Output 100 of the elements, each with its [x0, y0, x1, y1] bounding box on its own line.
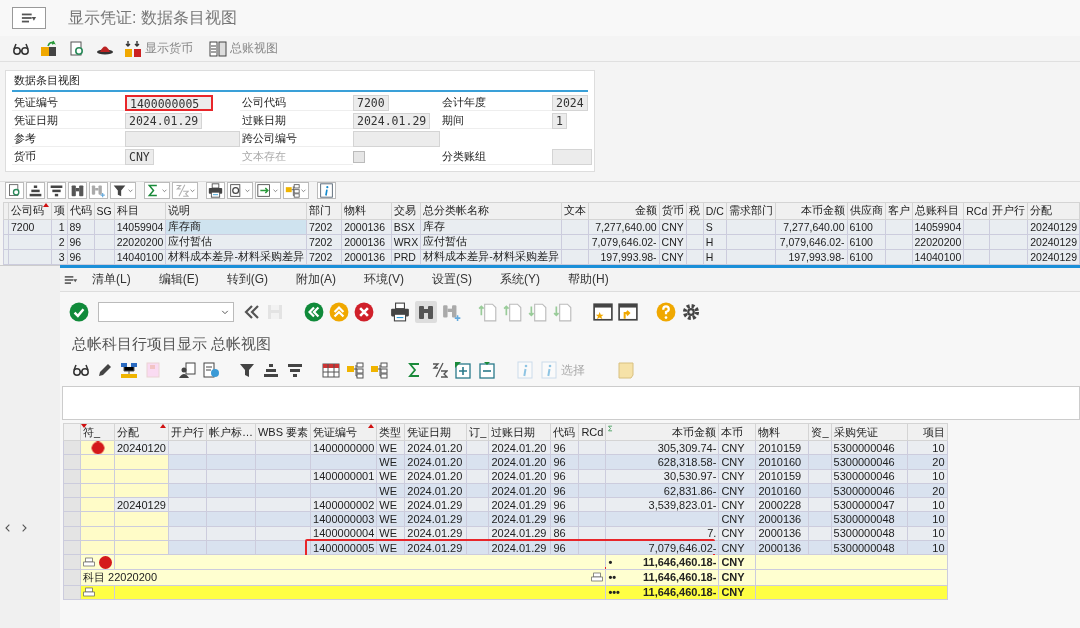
window-title: 显示凭证: 数据条目视图	[68, 7, 237, 28]
input-field[interactable]	[353, 130, 440, 147]
column-header[interactable]: 类型	[376, 423, 405, 441]
column-header[interactable]: 开户行	[989, 202, 1028, 220]
column-header[interactable]: 凭证编号	[310, 423, 377, 441]
input-field[interactable]	[552, 148, 592, 165]
column-header[interactable]: 帐户标…	[206, 423, 256, 441]
pencil-icon[interactable]	[96, 361, 114, 379]
person-document-icon[interactable]	[178, 361, 196, 379]
caret-icon	[189, 187, 196, 194]
column-header[interactable]: 分配	[1027, 202, 1080, 220]
toolbar-button[interactable]	[144, 182, 170, 199]
document-globe-icon[interactable]	[202, 361, 220, 379]
column-header[interactable]: 采购凭证	[831, 423, 908, 441]
column-header[interactable]: 过账日期	[488, 423, 551, 441]
menu-item[interactable]: 环境(V)	[350, 271, 418, 288]
menu-item[interactable]: 转到(G)	[212, 271, 282, 288]
column-header[interactable]: 凭证日期	[404, 423, 467, 441]
menu-item[interactable]: 附加(A)	[282, 271, 350, 288]
column-header[interactable]: 物料	[755, 423, 809, 441]
column-header[interactable]: WBS 要素	[255, 423, 311, 441]
column-header[interactable]: 代码	[550, 423, 579, 441]
double-chevron-icon[interactable]	[243, 303, 261, 321]
column-header[interactable]: 本币金额	[775, 202, 847, 220]
toolbar-button[interactable]	[255, 182, 281, 199]
column-header[interactable]: 文本	[561, 202, 589, 220]
back-icon[interactable]	[304, 302, 324, 322]
menu-item[interactable]: 编辑(E)	[144, 271, 213, 288]
settings-icon[interactable]	[681, 302, 701, 322]
toolbar-button[interactable]	[26, 182, 45, 199]
input-field[interactable]: 2024.01.29	[353, 112, 431, 129]
column-header[interactable]: 代码	[67, 202, 94, 220]
column-header[interactable]: 金额	[588, 202, 660, 220]
table-icon[interactable]	[322, 361, 340, 379]
toolbar-button[interactable]	[110, 182, 136, 199]
column-header[interactable]: 交易	[391, 202, 421, 220]
column-header[interactable]: 公司码	[8, 202, 51, 220]
document-search-icon[interactable]	[68, 39, 86, 58]
menu-item[interactable]: 清单(L)	[78, 271, 145, 288]
level-marks: •	[608, 556, 613, 568]
column-header[interactable]: 资_	[808, 423, 832, 441]
toolbar-button[interactable]	[283, 182, 309, 199]
column-header[interactable]: 订_	[466, 423, 489, 441]
tree-icon[interactable]	[370, 361, 388, 379]
column-header[interactable]: 说明	[165, 202, 307, 220]
sort-descending-icon[interactable]	[286, 361, 304, 379]
toolbar-button[interactable]	[5, 182, 24, 199]
toolbar-button[interactable]	[317, 182, 336, 199]
cancel-icon[interactable]	[354, 302, 374, 322]
collapse-icon[interactable]	[478, 361, 496, 379]
column-header[interactable]: 开户行	[168, 423, 207, 441]
filter-icon[interactable]	[238, 361, 256, 379]
info-icon	[319, 183, 334, 198]
column-header[interactable]: 分配	[114, 423, 169, 441]
toolbar-button[interactable]	[68, 182, 87, 199]
column-header[interactable]: 科目	[114, 202, 166, 220]
column-header[interactable]: 物料	[341, 202, 392, 220]
column-header[interactable]: 供应商	[847, 202, 885, 220]
input-field[interactable]: 1400000005	[125, 94, 214, 111]
column-header[interactable]: 货币	[659, 202, 687, 220]
menu-button[interactable]	[12, 7, 46, 29]
check-icon[interactable]	[69, 302, 89, 322]
expand-icon[interactable]	[454, 361, 472, 379]
toolbar-button[interactable]	[227, 182, 253, 199]
binoculars-plus-icon[interactable]	[442, 302, 462, 322]
column-header[interactable]: 部门	[306, 202, 342, 220]
input-field[interactable]: 1	[552, 112, 567, 129]
column-header[interactable]: 项目	[907, 423, 948, 441]
command-field[interactable]	[98, 302, 234, 322]
column-header[interactable]: D/C	[703, 202, 727, 220]
tree-icon[interactable]	[346, 361, 364, 379]
input-field[interactable]	[125, 130, 240, 147]
column-header[interactable]: 客户	[885, 202, 912, 220]
subtotal-icon[interactable]	[430, 361, 448, 379]
sort-marker-icon	[42, 203, 49, 207]
menu-item[interactable]: 帮助(H)	[554, 271, 623, 288]
column-header[interactable]: 总账科目	[912, 202, 964, 220]
column-header[interactable]: 本币金额	[605, 423, 719, 441]
toolbar-button[interactable]	[206, 182, 225, 199]
column-header[interactable]: SG	[94, 202, 115, 220]
column-header[interactable]: 需求部门	[726, 202, 776, 220]
input-field[interactable]: 7200	[353, 94, 389, 111]
toolbar-button[interactable]	[47, 182, 66, 199]
column-header[interactable]: 总分类帐名称	[420, 202, 562, 220]
column-header[interactable]: 本币	[718, 423, 756, 441]
menu-item[interactable]: 系统(Y)	[486, 271, 554, 288]
printer-icon[interactable]	[390, 302, 410, 322]
menu-item[interactable]: 设置(S)	[418, 271, 486, 288]
input-field[interactable]: 2024	[552, 94, 588, 111]
document-arrow-icon[interactable]	[40, 39, 58, 58]
hierarchy-icon[interactable]	[120, 361, 138, 379]
column-header[interactable]: RCd	[963, 202, 990, 220]
sort-ascending-icon[interactable]	[262, 361, 280, 379]
find-button[interactable]	[415, 301, 437, 323]
column-header[interactable]: RCd	[578, 423, 606, 441]
sort-marker-icon	[159, 424, 166, 428]
input-field[interactable]: 2024.01.29	[125, 112, 203, 129]
printer-icon	[83, 556, 95, 568]
input-field[interactable]: CNY	[125, 148, 154, 165]
column-header[interactable]: 符_	[80, 423, 115, 441]
